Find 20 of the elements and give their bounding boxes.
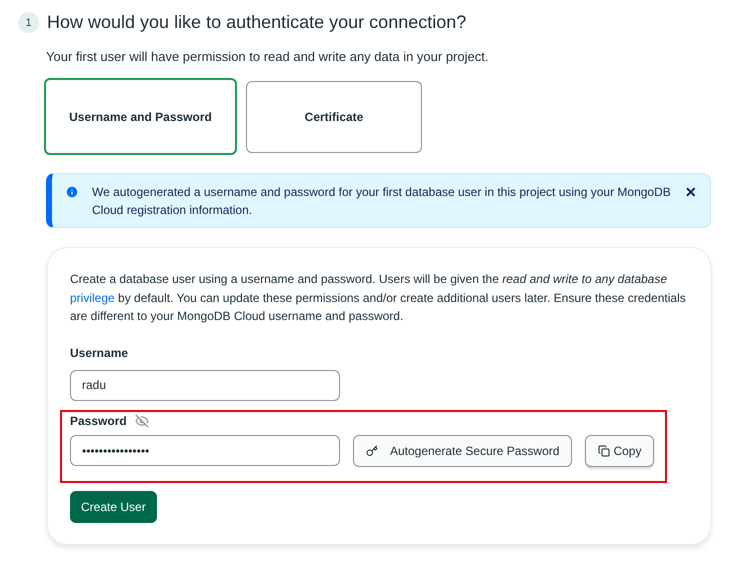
section-title: How would you like to authenticate your connection? xyxy=(47,12,466,33)
step-number: 1 xyxy=(18,12,39,33)
description-text: Create a database user using a username and password. Users will be given the read and write to any database privilege by default. You can update these permissions and/or create additional users later. Ensure these credentials are different to your MongoDB Cloud username and password. xyxy=(70,271,687,325)
close-button[interactable]: × xyxy=(685,185,696,199)
banner-text: We autogenerated a username and password for your first database user in this project using your MongoDB Cloud registration information. xyxy=(92,184,672,219)
field-label: Password xyxy=(70,414,127,428)
section-subtitle: Your first user will have permission to read and write any data in your project. xyxy=(46,49,490,64)
autogenerate-button[interactable]: Autogenerate Secure Password xyxy=(353,434,572,466)
create-user-button[interactable]: Create User xyxy=(70,490,157,522)
eye-slash-icon[interactable] xyxy=(134,414,149,428)
field-label: Username xyxy=(70,346,128,360)
copy-button[interactable]: Copy xyxy=(585,434,654,466)
username-field[interactable]: radu xyxy=(70,370,340,400)
info-icon xyxy=(65,185,79,199)
key-icon xyxy=(366,444,378,456)
auth-option[interactable]: Username and Password xyxy=(44,78,237,155)
auth-option[interactable]: Certificate xyxy=(246,80,422,152)
password-field[interactable]: •••••••••••••••• xyxy=(70,435,340,466)
copy-icon xyxy=(598,444,610,456)
privilege-link[interactable]: privilege xyxy=(70,290,115,304)
